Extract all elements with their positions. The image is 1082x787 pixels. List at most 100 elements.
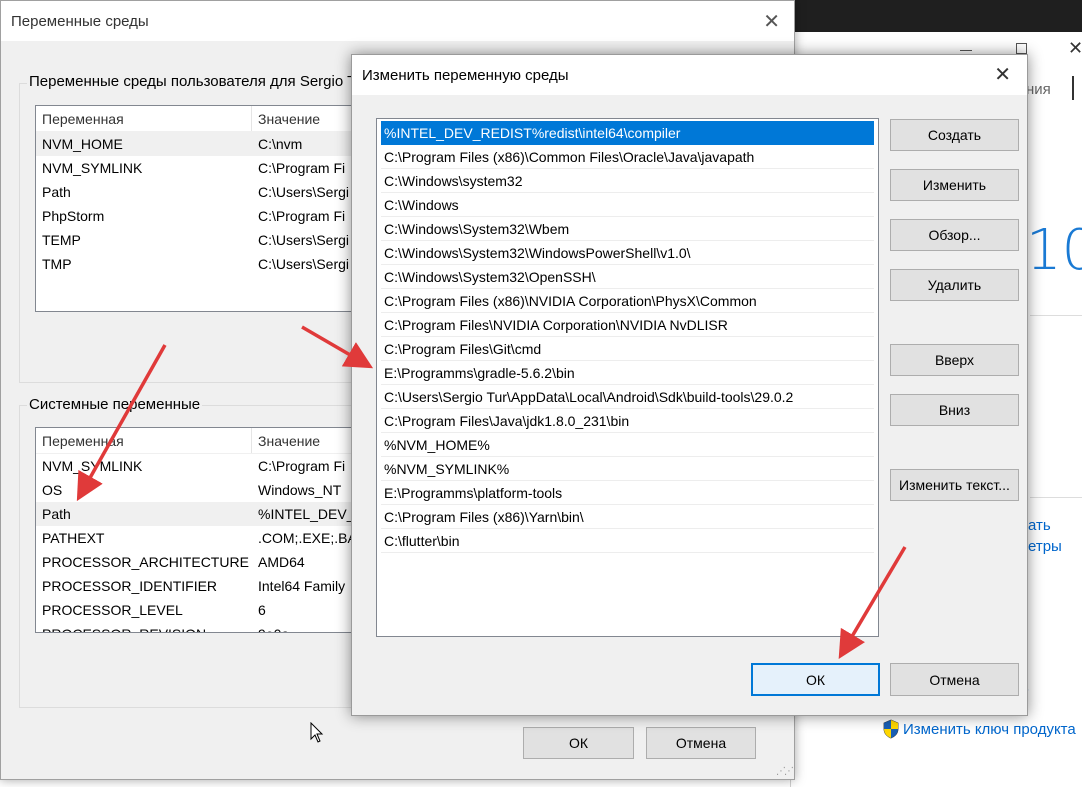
path-list-item[interactable]: C:\Program Files (x86)\Common Files\Orac… xyxy=(381,145,874,169)
table-row[interactable]: Path C:\Users\Sergi xyxy=(36,180,364,204)
variable-value-cell: %INTEL_DEV_ xyxy=(258,506,355,522)
table-row[interactable]: NVM_HOME C:\nvm xyxy=(36,132,364,156)
table-row[interactable]: TEMP C:\Users\Sergi xyxy=(36,228,364,252)
background-separator xyxy=(1030,315,1082,316)
close-icon[interactable]: ✕ xyxy=(994,62,1011,87)
variable-name-cell: PROCESSOR_REVISION xyxy=(36,626,252,632)
delete-button[interactable]: Удалить xyxy=(890,269,1019,301)
list-header: Переменная Значение xyxy=(36,428,364,454)
table-row[interactable]: PROCESSOR_IDENTIFIER Intel64 Family xyxy=(36,574,364,598)
table-row[interactable]: PROCESSOR_ARCHITECTURE AMD64 xyxy=(36,550,364,574)
column-header-variable[interactable]: Переменная xyxy=(36,428,252,453)
variable-name-cell: PhpStorm xyxy=(42,208,105,224)
variable-value-cell: C:\Program Fi xyxy=(258,208,346,224)
edit-variable-dialog: Изменить переменную среды ✕ %INTEL_DEV_R… xyxy=(351,54,1028,716)
variable-value-cell: .COM;.EXE;.BA xyxy=(258,530,357,546)
path-list-item[interactable]: C:\Windows\system32 xyxy=(381,169,874,193)
table-row[interactable]: NVM_SYMLINK C:\Program Fi xyxy=(36,156,364,180)
table-row[interactable]: PATHEXT .COM;.EXE;.BA xyxy=(36,526,364,550)
system-variables-label: Системные переменные xyxy=(27,396,203,413)
variable-name-cell: NVM_SYMLINK xyxy=(42,160,143,176)
variable-name-cell: PROCESSOR_ARCHITECTURE xyxy=(42,554,249,570)
variable-value-cell: C:\Program Fi xyxy=(258,458,346,474)
variable-value-cell: C:\Users\Sergi xyxy=(258,256,350,272)
maximize-icon[interactable] xyxy=(1016,43,1027,54)
table-row[interactable]: OS Windows_NT xyxy=(36,478,364,502)
path-list-item[interactable]: C:\Windows\System32\Wbem xyxy=(381,217,874,241)
variable-name-cell: PROCESSOR_LEVEL xyxy=(42,602,183,618)
dialog-title: Изменить переменную среды xyxy=(362,66,569,84)
path-list-item[interactable]: E:\Programms\gradle-5.6.2\bin xyxy=(381,361,874,385)
cancel-button[interactable]: Отмена xyxy=(890,663,1019,696)
browse-button[interactable]: Обзор... xyxy=(890,219,1019,251)
path-list-item[interactable]: C:\flutter\bin xyxy=(381,529,874,553)
uac-shield-icon xyxy=(883,719,899,739)
variable-name-cell: Path xyxy=(42,184,71,200)
variable-name-cell: TEMP xyxy=(42,232,81,248)
create-button[interactable]: Создать xyxy=(890,119,1019,151)
edit-button[interactable]: Изменить xyxy=(890,169,1019,201)
variable-name-cell: PATHEXT xyxy=(42,530,105,546)
path-list-item[interactable]: C:\Program Files\NVIDIA Corporation\NVID… xyxy=(381,313,874,337)
variable-name-cell: OS xyxy=(42,482,63,498)
list-header: Переменная Значение xyxy=(36,106,364,132)
variable-value-cell: C:\Users\Sergi xyxy=(258,184,350,200)
variable-value-cell: AMD64 xyxy=(258,554,305,570)
background-tab-fragment: ния xyxy=(1026,81,1051,98)
table-row[interactable]: TMP C:\Users\Sergi xyxy=(36,252,364,276)
column-header-value[interactable]: Значение xyxy=(252,106,320,131)
dialog-title-bar: Изменить переменную среды ✕ xyxy=(352,55,1027,95)
variable-value-cell: Windows_NT xyxy=(258,482,342,498)
variable-value-cell: C:\Users\Sergi xyxy=(258,232,350,248)
move-up-button[interactable]: Вверх xyxy=(890,344,1019,376)
ok-button[interactable]: ОК xyxy=(523,727,634,759)
table-row[interactable]: Path %INTEL_DEV_ xyxy=(36,502,364,526)
cancel-button[interactable]: Отмена xyxy=(646,727,756,759)
path-list-item[interactable]: C:\Windows\System32\OpenSSH\ xyxy=(381,265,874,289)
path-list-item[interactable]: C:\Windows\System32\WindowsPowerShell\v1… xyxy=(381,241,874,265)
path-list-item[interactable]: C:\Program Files (x86)\NVIDIA Corporatio… xyxy=(381,289,874,313)
close-icon[interactable]: ✕ xyxy=(1068,38,1082,59)
system-variables-list[interactable]: Переменная Значение NVM_SYMLINK C:\Progra… xyxy=(35,427,365,633)
path-list-item[interactable]: %INTEL_DEV_REDIST%redist\intel64\compile… xyxy=(381,121,874,145)
path-entries-list[interactable]: %INTEL_DEV_REDIST%redist\intel64\compile… xyxy=(376,118,879,637)
background-separator xyxy=(1030,497,1082,498)
change-product-key-label[interactable]: Изменить ключ продукта xyxy=(903,721,1076,738)
ok-button[interactable]: ОК xyxy=(751,663,880,696)
variable-value-cell: C:\nvm xyxy=(258,136,303,152)
path-list-item[interactable]: %NVM_SYMLINK% xyxy=(381,457,874,481)
user-variables-label: Переменные среды пользователя для Sergio… xyxy=(27,73,359,90)
path-list-item[interactable]: E:\Programms\platform-tools xyxy=(381,481,874,505)
background-link[interactable]: етры xyxy=(1028,538,1062,555)
minimize-icon[interactable] xyxy=(960,50,972,51)
close-icon[interactable]: ✕ xyxy=(763,9,780,34)
path-list-item[interactable]: %NVM_HOME% xyxy=(381,433,874,457)
table-row[interactable]: PROCESSOR_LEVEL 6 xyxy=(36,598,364,622)
mouse-cursor-icon xyxy=(310,722,324,743)
column-header-value[interactable]: Значение xyxy=(252,428,320,453)
variable-value-cell: Intel64 Family xyxy=(258,578,346,594)
variable-value-cell: 9e0a xyxy=(252,626,289,632)
move-down-button[interactable]: Вниз xyxy=(890,394,1019,426)
background-link[interactable]: ать xyxy=(1028,517,1051,534)
variable-name-cell: NVM_SYMLINK xyxy=(42,458,143,474)
path-list-item[interactable]: C:\Program Files\Git\cmd xyxy=(381,337,874,361)
resize-grip-icon[interactable]: ⋰⋰ xyxy=(776,766,794,777)
path-list-item[interactable]: C:\Users\Sergio Tur\AppData\Local\Androi… xyxy=(381,385,874,409)
path-list-item[interactable]: C:\Windows xyxy=(381,193,874,217)
table-row[interactable]: PhpStorm C:\Program Fi xyxy=(36,204,364,228)
user-variables-list[interactable]: Переменная Значение NVM_HOME C:\nvm NVM_SY… xyxy=(35,105,365,312)
change-product-key-link[interactable]: Изменить ключ продукта xyxy=(882,719,1076,739)
dialog-title-bar: Переменные среды ✕ xyxy=(1,1,794,41)
variable-name-cell: NVM_HOME xyxy=(42,136,123,152)
variable-value-cell: 6 xyxy=(258,602,266,618)
variable-name-cell: PROCESSOR_IDENTIFIER xyxy=(42,578,218,594)
edit-text-button[interactable]: Изменить текст... xyxy=(890,469,1019,501)
path-list-item[interactable]: C:\Program Files (x86)\Yarn\bin\ xyxy=(381,505,874,529)
column-header-variable[interactable]: Переменная xyxy=(36,106,252,131)
dialog-title: Переменные среды xyxy=(11,12,149,30)
table-row[interactable]: NVM_SYMLINK C:\Program Fi xyxy=(36,454,364,478)
path-list-item[interactable]: C:\Program Files\Java\jdk1.8.0_231\bin xyxy=(381,409,874,433)
variable-name-cell: TMP xyxy=(42,256,72,272)
table-row[interactable]: PROCESSOR_REVISION9e0a xyxy=(36,622,364,632)
